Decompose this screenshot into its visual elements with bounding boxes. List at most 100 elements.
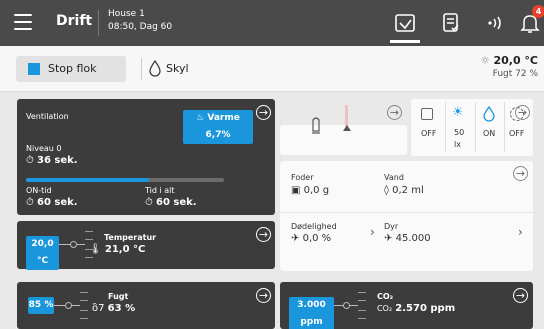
scale-tick	[358, 292, 366, 293]
feeder-icon: ▣	[291, 185, 301, 196]
scale-tick	[85, 239, 93, 240]
chevron-right-icon[interactable]: ›	[370, 225, 375, 239]
rinse-label: Skyl	[166, 62, 189, 75]
temperature-reading: 🌡 21,0 °C	[89, 244, 145, 255]
divider	[504, 102, 505, 152]
mortality-reading: ✈ 0,0 %	[291, 233, 331, 244]
house-name: House 1	[108, 9, 145, 19]
notification-badge: 4	[532, 5, 544, 18]
scale-tick	[85, 231, 93, 232]
co2-label: CO₂	[377, 292, 394, 301]
level-label: Niveau 0	[26, 144, 62, 153]
temperature-setpoint: 20,0 °C	[26, 236, 59, 270]
light-unit: lx	[454, 140, 461, 149]
rinse-button[interactable]: Skyl	[146, 56, 206, 82]
slider-line	[77, 244, 85, 245]
bird-icon: ✈	[291, 233, 300, 244]
status-arrow-icon[interactable]: →	[515, 105, 530, 120]
total-time: ⏱ 60 sek.	[145, 197, 197, 208]
co2-card[interactable]: 3.000 ppm CO₂ CO₂ 2.570 ppm →	[280, 282, 533, 329]
feed-value: 0,0 g	[303, 185, 330, 196]
feed-reading: ▣ 0,0 g	[291, 185, 329, 196]
timer-icon: ⏱	[26, 155, 34, 166]
chevron-right-icon[interactable]: ›	[518, 225, 523, 239]
temperature-arrow-icon[interactable]: →	[256, 227, 271, 242]
bell-icon[interactable]: 4	[518, 5, 544, 35]
divider	[445, 102, 446, 152]
ventilation-arrow-icon[interactable]: →	[256, 105, 271, 120]
humidity-setpoint: 85 %	[28, 297, 54, 314]
stop-flock-button[interactable]: Stop flok	[16, 56, 126, 82]
on-time-value: 60 sek.	[37, 197, 78, 208]
action-bar: Stop flok Skyl ☼ 20,0 °C Fugt 72 %	[0, 46, 544, 92]
top-bar: Drift House 1 08:50, Dag 60 4	[0, 0, 544, 46]
animals-value: 45.000	[395, 233, 431, 244]
droplets-icon: ὂ7	[92, 303, 105, 314]
mortality-label: Dødelighed	[291, 222, 337, 231]
slider-knob	[70, 241, 77, 248]
sensor-arrow-icon[interactable]: →	[387, 105, 402, 120]
ventilation-progress	[26, 178, 224, 182]
drop-icon	[149, 59, 161, 77]
slider-line	[72, 305, 80, 306]
heat-value: Varme 6,7%	[205, 113, 240, 140]
divider	[475, 102, 476, 152]
ventilation-card[interactable]: Ventilation ♨ Varme 6,7% → Niveau 0 ⏱ 36…	[17, 99, 275, 215]
co2-arrow-icon[interactable]: →	[513, 288, 528, 303]
timer-icon: ⏱	[145, 197, 153, 208]
house-info[interactable]: House 1 08:50, Dag 60	[108, 8, 172, 34]
slider-knob	[343, 302, 350, 309]
status-card[interactable]: OFF ☀ 50 lx ON OFF →	[411, 99, 533, 156]
timer-status: OFF	[509, 129, 525, 138]
house-time: 08:50, Dag 60	[108, 22, 173, 32]
temperature-card[interactable]: 20,0 °C Temperatur 🌡 21,0 °C →	[17, 221, 275, 270]
production-card[interactable]: Foder ▣ 0,0 g Vand ◊ 0,2 ml → Dødelighed…	[280, 161, 533, 271]
menu-icon[interactable]	[14, 14, 32, 30]
water-reading: ◊ 0,2 ml	[384, 185, 424, 196]
scale-tick	[358, 318, 366, 319]
page-title: Drift	[56, 13, 93, 29]
house-icon[interactable]	[390, 11, 420, 43]
on-time: ⏱ 60 sek.	[26, 197, 78, 208]
water-label: Vand	[384, 173, 404, 182]
level-time: 36 sek.	[37, 155, 78, 166]
temperature-label: Temperatur	[104, 233, 157, 242]
slider-line	[350, 305, 358, 306]
humidity-arrow-icon[interactable]: →	[256, 288, 271, 303]
feeder-status: OFF	[421, 129, 437, 138]
scale-tick	[80, 292, 88, 293]
scale-tick	[80, 310, 88, 311]
ventilation-progress-fill	[26, 178, 149, 182]
water-icon	[483, 106, 495, 122]
animals-label: Dyr	[384, 222, 399, 231]
outdoor-weather: ☼ 20,0 °C Fugt 72 %	[480, 54, 538, 79]
level-timer: ⏱ 36 sek.	[26, 155, 78, 166]
sensor-card[interactable]: →	[280, 105, 407, 155]
water-drop-icon: ◊	[384, 185, 389, 196]
animals-reading: ✈ 45.000	[384, 233, 431, 244]
divider	[98, 10, 99, 36]
report-icon[interactable]	[439, 11, 463, 35]
scale-tick	[358, 300, 366, 301]
level-marker-icon	[343, 125, 351, 131]
scale-tick	[85, 257, 93, 258]
water-status: ON	[483, 129, 496, 138]
mortality-value: 0,0 %	[302, 233, 332, 244]
light-icon: ☀	[452, 105, 464, 120]
timer-icon: ⏱	[26, 197, 34, 208]
co2-prefix: CO₂	[377, 304, 393, 313]
device-icon	[312, 117, 320, 134]
light-value: 50	[454, 128, 465, 137]
flame-icon: ♨	[196, 113, 205, 123]
production-arrow-icon[interactable]: →	[513, 166, 528, 181]
humidity-card[interactable]: 85 % Fugt ὂ7 63 % →	[17, 282, 275, 329]
outdoor-temperature: 20,0 °C	[493, 54, 538, 67]
signal-icon[interactable]	[483, 11, 507, 35]
birds-icon: ✈	[384, 233, 393, 244]
temperature-value: 21,0 °C	[104, 244, 146, 255]
humidity-label: Fugt	[108, 292, 129, 301]
on-time-label: ON-tid	[26, 186, 52, 195]
water-value: 0,2 ml	[392, 185, 424, 196]
slider-knob	[65, 302, 72, 309]
outdoor-humidity: Fugt 72 %	[492, 69, 538, 79]
